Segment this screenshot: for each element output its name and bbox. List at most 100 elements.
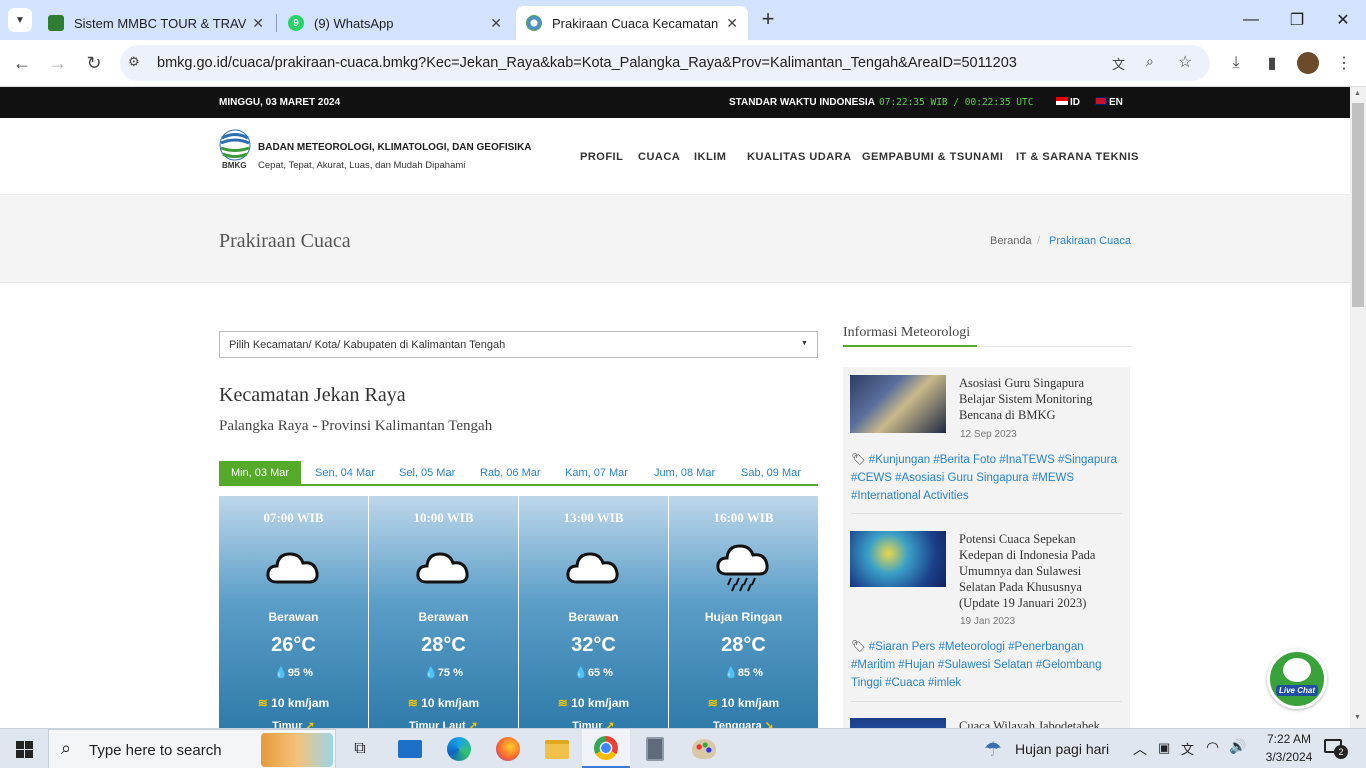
volume-icon[interactable]: 🔊 [1229,738,1246,755]
location-select[interactable]: Pilih Kecamatan/ Kota/ Kabupaten di Kali… [219,331,818,358]
breadcrumb-home[interactable]: Beranda [990,235,1032,247]
side-panel-button[interactable]: ▮ [1257,48,1287,78]
task-view-button[interactable]: ⧉ [336,729,384,768]
menu-button[interactable]: ⋮ [1329,48,1359,78]
forecast-time: 10:00 WIB [413,510,474,525]
compass-icon: ➚ [602,720,615,728]
restore-button[interactable]: ❐ [1274,0,1320,40]
lang-id-flag-icon[interactable] [1056,97,1068,105]
nav-profil[interactable]: PROFIL [580,151,623,163]
clock-time[interactable]: 7:22 AM [1258,732,1320,746]
close-window-button[interactable]: ✕ [1320,0,1366,40]
taskbar-explorer[interactable] [533,729,581,768]
forecast-direction: Timur ➚ [519,719,668,728]
new-tab-button[interactable]: + [756,8,780,32]
forecast-card[interactable]: 07:00 WIB Berawan 26°C 💧95 % ≋ 10 km/jam… [219,496,368,728]
compass-icon: ➚ [465,720,478,728]
taskbar-firefox[interactable] [484,729,532,768]
lang-en-flag-icon[interactable] [1095,97,1107,105]
page-scrollbar[interactable]: ▲ ▼ [1350,87,1366,728]
url-text[interactable]: bmkg.go.id/cuaca/prakiraan-cuaca.bmkg?Ke… [157,55,1017,71]
taskbar-calculator[interactable] [631,729,679,768]
lang-id-link[interactable]: ID [1070,97,1080,108]
meet-now-icon[interactable]: ▣ [1158,740,1170,756]
news-title[interactable]: Asosiasi Guru Singapura Belajar Sistem M… [959,375,1119,423]
bmkg-favicon-icon [526,15,542,31]
bmkg-logo[interactable]: BMKG [219,129,251,171]
day-tab[interactable]: Rab, 06 Mar [480,461,541,485]
nav-it-sarana[interactable]: IT & SARANA TEKNIS [1016,151,1139,163]
taskbar-paint[interactable] [680,729,728,768]
forward-button[interactable]: → [43,48,73,78]
news-tags-text: #Siaran Pers #Meteorologi #Penerbangan #… [851,641,1102,689]
day-tab[interactable]: Kam, 07 Mar [565,461,628,485]
day-tab[interactable]: Sab, 09 Mar [741,461,801,485]
scroll-up-icon[interactable]: ▲ [1354,90,1361,97]
address-bar[interactable]: ⚙ bmkg.go.id/cuaca/prakiraan-cuaca.bmkg?… [120,45,1210,81]
wind-icon: ≋ [257,696,272,710]
weather-widget[interactable]: ☂ Hujan pagi hari [980,729,1120,768]
folder-icon [545,739,569,759]
breadcrumb-current[interactable]: Prakiraan Cuaca [1049,235,1131,247]
forecast-temp: 28°C [721,634,766,656]
forecast-card[interactable]: 16:00 WIB Hujan Ringan 28°C 💧85 % ≋ 10 k… [669,496,818,728]
start-button[interactable] [0,729,48,768]
news-thumbnail[interactable] [850,375,946,433]
day-tab[interactable]: Sel, 05 Mar [399,461,455,485]
site-info-icon[interactable]: ⚙ [128,54,140,70]
scrollbar-thumb[interactable] [1352,103,1364,307]
minimize-button[interactable]: — [1228,0,1274,40]
day-tab[interactable]: Jum, 08 Mar [654,461,715,485]
tab-mmbc[interactable]: Sistem MMBC TOUR & TRAVEL ✕ [38,6,274,40]
downloads-button[interactable]: ⤓ [1221,48,1251,78]
calculator-icon [646,737,664,761]
close-icon[interactable]: ✕ [252,15,264,32]
forecast-time: 16:00 WIB [713,510,774,525]
wifi-icon[interactable]: ◠ [1206,738,1219,756]
news-tags[interactable]: 🏷 #Siaran Pers #Meteorologi #Penerbangan… [851,638,1127,692]
translate-icon[interactable]: 文 [1112,54,1125,73]
day-tab[interactable]: Sen, 04 Mar [315,461,375,485]
scroll-down-icon[interactable]: ▼ [1354,714,1361,721]
taskbar-mail[interactable] [386,729,434,768]
taskbar-search[interactable]: ⌕ Type here to search [48,729,336,768]
reload-button[interactable]: ↻ [79,48,109,78]
close-icon[interactable]: ✕ [490,15,502,32]
forecast-card[interactable]: 13:00 WIB Berawan 32°C 💧65 % ≋ 10 km/jam… [519,496,668,728]
nav-kualitas-udara[interactable]: KUALITAS UDARA [747,151,852,163]
news-title[interactable]: Potensi Cuaca Sepekan Kedepan di Indones… [959,531,1119,611]
show-hidden-icons-chevron-icon[interactable]: ︿ [1133,739,1147,759]
forecast-time: 07:00 WIB [263,510,324,525]
nav-iklim[interactable]: IKLIM [694,151,726,163]
droplet-icon: 💧 [274,667,288,679]
news-panel: Asosiasi Guru Singapura Belajar Sistem M… [843,367,1130,728]
bookmark-star-icon[interactable]: ☆ [1178,52,1192,72]
zoom-icon[interactable]: ⌕ [1146,53,1154,70]
news-title[interactable]: Cuaca Wilayah Jabodetabek [959,718,1119,728]
news-thumbnail[interactable] [850,531,946,587]
notification-button[interactable]: 2 [1322,737,1348,761]
lang-en-link[interactable]: EN [1109,97,1123,108]
taskbar-chrome[interactable] [582,729,630,768]
language-icon[interactable]: 文 [1181,739,1194,758]
forecast-direction: Timur ➚ [219,719,368,728]
back-button[interactable]: ← [7,48,37,78]
task-view-icon: ⧉ [354,740,366,757]
tab-bmkg[interactable]: Prakiraan Cuaca Kecamatan Jek ✕ [516,6,748,40]
forecast-condition: Hujan Ringan [704,610,783,624]
tab-whatsapp[interactable]: 9 (9) WhatsApp ✕ [278,6,512,40]
taskbar-edge[interactable] [435,729,483,768]
news-thumbnail[interactable] [850,718,946,728]
nav-gempabumi[interactable]: GEMPABUMI & TSUNAMI [862,151,1003,163]
close-icon[interactable]: ✕ [726,15,738,32]
profile-button[interactable] [1293,48,1323,78]
nav-cuaca[interactable]: CUACA [638,151,680,163]
day-tab-active[interactable]: Min, 03 Mar [219,461,301,485]
clock-date[interactable]: 3/3/2024 [1258,750,1320,764]
compass-icon: ➘ [761,720,774,728]
site-header: BMKG BADAN METEOROLOGI, KLIMATOLOGI, DAN… [0,118,1350,195]
news-tags[interactable]: 🏷 #Kunjungan #Berita Foto #InaTEWS #Sing… [851,451,1127,505]
live-chat-button[interactable]: Live Chat [1267,649,1327,709]
tab-search-button[interactable]: ▼ [8,8,32,32]
forecast-card[interactable]: 10:00 WIB Berawan 28°C 💧75 % ≋ 10 km/jam… [369,496,518,728]
